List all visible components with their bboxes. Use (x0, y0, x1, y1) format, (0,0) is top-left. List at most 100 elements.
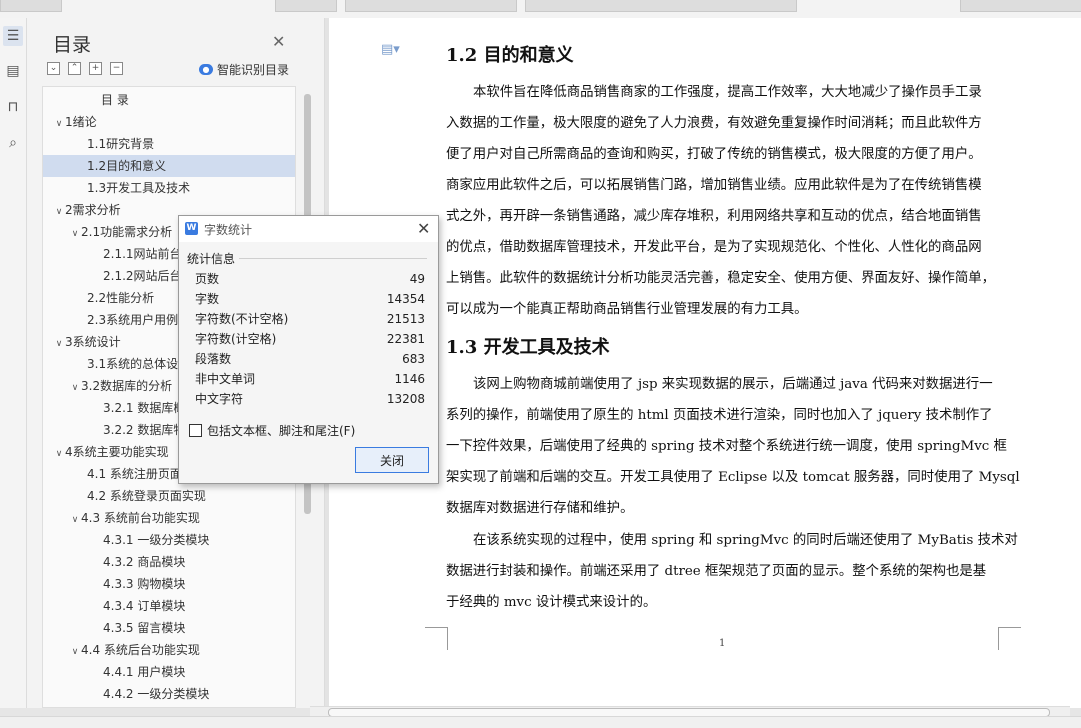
add-icon[interactable]: + (89, 62, 102, 75)
stat-value: 13208 (386, 392, 425, 406)
section-heading: 1.3 开发工具及技术 (446, 337, 610, 358)
toc-item-label: 4.3.5 留言模块 (103, 621, 186, 635)
toc-item[interactable]: 4.3.1 一级分类模块 (43, 529, 295, 551)
close-icon[interactable]: ✕ (272, 32, 285, 51)
toc-item[interactable]: ∨ 4.4 系统后台功能实现 (43, 639, 295, 663)
stat-label: 中文字符 (195, 392, 244, 406)
toc-item-label: 2.2性能分析 (87, 291, 155, 305)
section-divider (239, 258, 427, 259)
paragraph-line: 数据库对数据进行存储和维护。 (446, 501, 634, 516)
chevron-down-icon[interactable]: ∨ (53, 201, 65, 223)
toc-item-label: 1.3开发工具及技术 (87, 181, 191, 195)
toc-item[interactable]: 4.3.5 留言模块 (43, 617, 295, 639)
toc-item-label: 2.1功能需求分析 (81, 225, 173, 239)
bookmark-icon[interactable]: ⊓ (3, 97, 23, 117)
toc-item[interactable]: ∨ 1绪论 (43, 111, 288, 133)
find-icon[interactable]: ⌕ (3, 133, 23, 153)
toc-item-label: 2.3系统用户用例 (87, 313, 179, 327)
toc-item[interactable]: 4.4.1 用户模块 (43, 661, 295, 683)
checkbox-label: 包括文本框、脚注和尾注(F) (207, 424, 356, 438)
toc-item[interactable]: 1.1研究背景 (43, 133, 295, 155)
stat-value: 22381 (386, 332, 425, 346)
section-heading: 1.2 目的和意义 (446, 45, 574, 66)
wps-logo-icon: W (185, 222, 198, 235)
chevron-down-icon[interactable]: ∨ (53, 113, 65, 135)
toolbar-fragment (960, 0, 1081, 12)
stat-label: 字数 (195, 292, 220, 306)
toc-item[interactable]: 4.4.2 一级分类模块 (43, 683, 295, 705)
stat-row: 字符数(不计空格) 21513 (195, 309, 425, 329)
paragraph-line: 架实现了前端和后端的交互。开发工具使用了 Eclipse 以及 tomcat 服… (446, 470, 1020, 485)
paragraph-line: 本软件旨在降低商品销售商家的工作强度，提高工作效率，大大地减少了操作员手工录 (473, 85, 982, 100)
toc-item-label: 1.2目的和意义 (87, 159, 167, 173)
toc-item-label: 4.4.1 用户模块 (103, 665, 186, 679)
toc-item-label: 4.1 系统注册页面 (87, 467, 182, 481)
outline-icon[interactable]: ▤ (3, 61, 23, 81)
chevron-down-icon[interactable]: ∨ (69, 509, 81, 531)
dialog-titlebar[interactable]: W 字数统计 ✕ (179, 216, 438, 242)
toc-item-label: 4.2 系统登录页面实现 (87, 489, 206, 503)
paragraph-line: 在该系统实现的过程中，使用 spring 和 springMvc 的同时后端还使… (473, 533, 1018, 548)
expand-icon[interactable]: ⌃ (68, 62, 81, 75)
toolbar-fragment (525, 0, 797, 12)
paragraph-line: 可以成为一个能真正帮助商品销售行业管理发展的有力工具。 (446, 302, 808, 317)
remove-icon[interactable]: − (110, 62, 123, 75)
toc-item-label: 4.4.2 一级分类模块 (103, 687, 210, 701)
toc-item[interactable]: 4.3.2 商品模块 (43, 551, 295, 573)
stat-value: 1146 (394, 372, 425, 386)
page-number: 1 (719, 638, 726, 649)
toc-item-label: 4.3.1 一级分类模块 (103, 533, 210, 547)
toc-item[interactable]: 4.3.3 购物模块 (43, 573, 295, 595)
paragraph-line: 便了用户对自己所需商品的查询和购买，打破了传统的销售模式，极大限度的方便了用户。 (446, 147, 982, 162)
include-textbox-checkbox[interactable]: 包括文本框、脚注和尾注(F) (189, 422, 355, 439)
toolbar-fragment (275, 0, 337, 12)
smart-toc-label: 智能识别目录 (217, 63, 290, 77)
toc-item-label: 2.1.1网站前台 (103, 247, 182, 261)
toc-item[interactable]: 1.3开发工具及技术 (43, 177, 295, 199)
chevron-down-icon[interactable]: ∨ (53, 443, 65, 465)
toc-item-label: 4.3.2 商品模块 (103, 555, 186, 569)
stat-row: 字符数(计空格) 22381 (195, 329, 425, 349)
toc-item-label: 1.1研究背景 (87, 137, 155, 151)
document-page[interactable]: ▤▾ 1 1.2 目的和意义本软件旨在降低商品销售商家的工作强度，提高工作效率，… (329, 18, 1081, 708)
toolbar-fragment (0, 0, 62, 12)
stat-row: 中文字符 13208 (195, 389, 425, 409)
word-count-dialog: W 字数统计 ✕ 统计信息 包括文本框、脚注和尾注(F) 关闭 页数 49 字数 14… (178, 215, 439, 484)
stat-value: 14354 (386, 292, 425, 306)
stat-row: 非中文单词 1146 (195, 369, 425, 389)
chevron-down-icon[interactable]: ∨ (53, 333, 65, 355)
paragraph-line: 上销售。此软件的数据统计分析功能灵活完善，稳定安全、使用方便、界面友好、操作简单… (446, 271, 996, 286)
page-options-icon[interactable]: ▤▾ (381, 42, 400, 57)
toc-item-label: 4.4 系统后台功能实现 (81, 643, 200, 657)
smart-toc-button[interactable]: ● 智能识别目录 (199, 61, 289, 78)
toc-list-icon[interactable]: ☰ (3, 26, 23, 46)
collapse-icon[interactable]: ⌄ (47, 62, 60, 75)
paragraph-line: 的优点，借助数据库管理技术，开发此平台，是为了实现规范化、个性化、人性化的商品网 (446, 240, 982, 255)
toc-item-label: 3系统设计 (65, 335, 121, 349)
toc-item[interactable]: ∨ 4.3 系统前台功能实现 (43, 507, 295, 531)
close-button[interactable]: 关闭 (355, 447, 429, 473)
toc-item[interactable]: 4.2 系统登录页面实现 (43, 485, 295, 507)
chevron-down-icon[interactable]: ∨ (69, 377, 81, 399)
toc-item-label: 4.3.3 购物模块 (103, 577, 186, 591)
paragraph-line: 入数据的工作量，极大限度的避免了人力浪费，有效避免重复操作时间消耗；而且此软件方 (446, 116, 982, 131)
toc-item-label: 4系统主要功能实现 (65, 445, 169, 459)
paragraph-line: 于经典的 mvc 设计模式来设计的。 (446, 595, 657, 610)
stat-row: 页数 49 (195, 269, 425, 289)
crop-mark (425, 627, 448, 650)
checkbox-box[interactable] (189, 424, 202, 437)
stat-label: 段落数 (195, 352, 232, 366)
stat-label: 字符数(不计空格) (195, 312, 289, 326)
toc-item-label: 3.1系统的总体设 (87, 357, 179, 371)
close-icon[interactable]: ✕ (417, 219, 430, 238)
toc-item-label: 3.2.2 数据库物 (103, 423, 186, 437)
paragraph-line: 一下控件效果，后端使用了经典的 spring 技术对整个系统进行统一调度，使用 … (446, 439, 1007, 454)
toc-item[interactable]: 4.3.4 订单模块 (43, 595, 295, 617)
chevron-down-icon[interactable]: ∨ (69, 641, 81, 663)
toc-item[interactable]: 1.2目的和意义 (43, 155, 295, 177)
status-bar (0, 716, 1081, 728)
smart-icon: ● (199, 64, 213, 75)
toc-item-label: 2需求分析 (65, 203, 121, 217)
stat-label: 字符数(计空格) (195, 332, 277, 346)
chevron-down-icon[interactable]: ∨ (69, 223, 81, 245)
